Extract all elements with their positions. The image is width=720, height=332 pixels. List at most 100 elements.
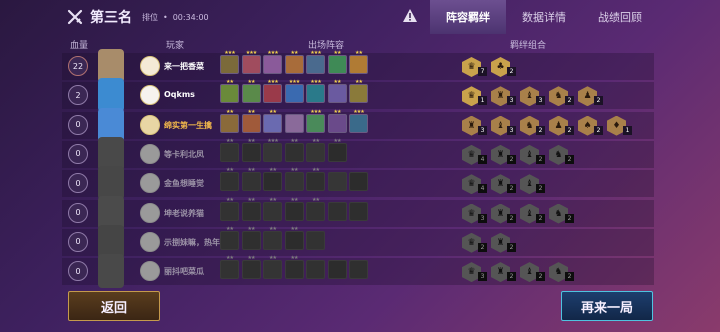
champion-icon[interactable]: ★★ xyxy=(220,109,239,133)
champion-icon[interactable] xyxy=(349,201,368,221)
trait-icon[interactable]: ♝ 2 xyxy=(520,203,547,225)
champion-icon[interactable]: ★★ xyxy=(327,138,347,162)
player-icon[interactable] xyxy=(140,56,160,76)
champion-icon[interactable]: ★★ xyxy=(263,109,282,133)
player-icon[interactable] xyxy=(140,261,160,282)
trait-icon[interactable]: ♝ 2 xyxy=(520,173,547,195)
champion-icon[interactable] xyxy=(327,172,347,192)
champion-icon[interactable]: ★★ xyxy=(220,256,239,280)
champion-icon[interactable]: ★★ xyxy=(284,226,304,250)
player-row[interactable]: 0 坤老说养猫 ★★ ★★ ★★ ★★ ★★ ♛ 3 ♜ 2 ♝ 2 ♞ 2 xyxy=(62,195,654,230)
champion-icon[interactable]: ★★ xyxy=(241,80,261,104)
champion-icon[interactable]: ★★ xyxy=(241,138,261,162)
champion-icon[interactable]: ★★ xyxy=(241,226,261,250)
champion-icon[interactable] xyxy=(349,260,368,280)
trait-icon[interactable]: ♣ 2 xyxy=(491,56,518,78)
champion-icon[interactable]: ★★★ xyxy=(306,80,325,104)
champion-icon[interactable]: ★★ xyxy=(241,109,261,133)
player-row[interactable]: 22 来一把香菜 ★★★ ★★★ ★★★ ★★ ★★★ ★★ ★★ ♛ 7 ♣ 2 xyxy=(62,49,654,83)
trait-icon[interactable]: ♟ 2 xyxy=(549,115,576,137)
player-icon[interactable] xyxy=(140,114,160,135)
trait-icon[interactable]: ♦ 1 xyxy=(607,115,634,137)
champion-icon[interactable]: ★★ xyxy=(220,168,239,192)
champion-icon[interactable] xyxy=(306,230,325,250)
trait-icon[interactable]: ♜ 3 xyxy=(462,115,489,137)
play-again-button[interactable]: 再来一局 xyxy=(561,291,653,321)
player-row[interactable]: 2 Oqkms ★★ ★★ ★★★ ★★★ ★★★ ★★ ★★ ♛ 1 ♜ 3 ♝ 3 ♞ 2 ♟ 2 xyxy=(62,78,654,113)
trait-icon[interactable]: ♛ 3 xyxy=(462,261,489,283)
champion-icon[interactable] xyxy=(306,260,325,280)
champion-icon[interactable]: ★★ xyxy=(306,197,325,221)
player-row[interactable]: 0 金鱼想睡觉 ★★ ★★ ★★ ★★ ★★ ♛ 4 ♜ 2 ♝ 2 xyxy=(62,166,654,201)
champion-icon[interactable]: ★★ xyxy=(327,80,347,104)
trait-icon[interactable]: ♞ 2 xyxy=(520,115,547,137)
trait-icon[interactable]: ♜ 2 xyxy=(491,261,518,283)
trait-icon[interactable]: ♛ 7 xyxy=(462,56,489,78)
champion-icon[interactable]: ★★★ xyxy=(241,51,261,74)
trait-icon[interactable]: ♛ 3 xyxy=(462,203,489,225)
tab-match-review[interactable]: 战绩回顾 xyxy=(582,0,658,34)
player-row[interactable]: 0 等卡利北凤 ★★ ★★ ★★★ ★★ ★★ ★★ ♛ 4 ♜ 2 ♝ 2 ♞ 2 xyxy=(62,136,654,171)
champion-icon[interactable]: ★★ xyxy=(263,197,282,221)
champion-icon[interactable]: ★★ xyxy=(263,256,282,280)
champion-icon[interactable]: ★★ xyxy=(349,51,368,74)
trait-icon[interactable]: ♝ 3 xyxy=(491,115,518,137)
tab-data-details[interactable]: 数据详情 xyxy=(506,0,582,34)
champion-icon[interactable]: ★★ xyxy=(327,109,347,133)
trait-icon[interactable]: ♞ 2 xyxy=(549,85,576,107)
player-row[interactable]: 0 绵实第一生擒 ★★ ★★ ★★ ★★★ ★★ ★★★ ♜ 3 ♝ 3 ♞ 2 ♟ 2 ♠ 2 ♦ 1 xyxy=(62,107,654,142)
champion-icon[interactable]: ★★ xyxy=(263,168,282,192)
trait-icon[interactable]: ♟ 2 xyxy=(578,85,605,107)
champion-icon[interactable]: ★★ xyxy=(284,197,304,221)
warning-icon[interactable] xyxy=(402,8,418,24)
trait-icon[interactable]: ♝ 2 xyxy=(520,144,547,166)
champion-icon[interactable]: ★★ xyxy=(284,256,304,280)
trait-icon[interactable]: ♞ 2 xyxy=(549,203,576,225)
champion-icon[interactable]: ★★ xyxy=(241,168,261,192)
player-row[interactable]: 0 丽抖吧菜瓜 ★★ ★★ ★★ ★★ ♛ 3 ♜ 2 ♝ 2 ♞ 2 xyxy=(62,254,654,289)
champion-icon[interactable]: ★★★ xyxy=(284,80,304,104)
champion-icon[interactable]: ★★★ xyxy=(306,109,325,133)
champion-icon[interactable] xyxy=(349,172,368,192)
champion-icon[interactable]: ★★ xyxy=(284,138,304,162)
player-icon[interactable] xyxy=(140,231,160,252)
champion-icon[interactable]: ★★★ xyxy=(220,51,239,74)
champion-icon[interactable] xyxy=(327,201,347,221)
champion-icon[interactable]: ★★ xyxy=(306,168,325,192)
tab-lineup-traits[interactable]: 阵容羁绊 xyxy=(430,0,506,34)
champion-icon[interactable]: ★★ xyxy=(349,80,368,104)
champion-icon[interactable]: ★★ xyxy=(306,138,325,162)
champion-icon[interactable]: ★★★ xyxy=(263,80,282,104)
champion-icon[interactable] xyxy=(284,113,304,133)
trait-icon[interactable]: ♜ 3 xyxy=(491,85,518,107)
back-button[interactable]: 返回 xyxy=(68,291,160,321)
trait-icon[interactable]: ♞ 2 xyxy=(549,261,576,283)
trait-icon[interactable]: ♛ 4 xyxy=(462,144,489,166)
champion-icon[interactable]: ★★ xyxy=(284,51,304,74)
champion-icon[interactable]: ★★ xyxy=(263,226,282,250)
trait-icon[interactable]: ♜ 2 xyxy=(491,203,518,225)
player-icon[interactable] xyxy=(140,173,160,194)
trait-icon[interactable]: ♛ 4 xyxy=(462,173,489,195)
player-icon[interactable] xyxy=(140,85,160,106)
trait-icon[interactable]: ♜ 2 xyxy=(491,232,518,254)
champion-icon[interactable]: ★★ xyxy=(220,197,239,221)
trait-icon[interactable]: ♞ 2 xyxy=(549,144,576,166)
player-icon[interactable] xyxy=(140,143,160,164)
trait-icon[interactable]: ♝ 3 xyxy=(520,85,547,107)
champion-icon[interactable]: ★★ xyxy=(241,197,261,221)
champion-icon[interactable]: ★★★ xyxy=(306,51,325,74)
player-icon[interactable] xyxy=(140,202,160,223)
champion-icon[interactable] xyxy=(327,260,347,280)
champion-icon[interactable]: ★★ xyxy=(241,256,261,280)
champion-icon[interactable]: ★★ xyxy=(220,226,239,250)
champion-icon[interactable]: ★★ xyxy=(284,168,304,192)
champion-icon[interactable]: ★★ xyxy=(327,51,347,74)
champion-icon[interactable]: ★★ xyxy=(220,138,239,162)
champion-icon[interactable]: ★★★ xyxy=(263,138,282,162)
player-row[interactable]: 0 示捌妹嘛，热年 ★★ ★★ ★★ ★★ ♛ 2 ♜ 2 xyxy=(62,224,654,259)
trait-icon[interactable]: ♜ 2 xyxy=(491,173,518,195)
trait-icon[interactable]: ♛ 1 xyxy=(462,85,489,107)
trait-icon[interactable]: ♠ 2 xyxy=(578,115,605,137)
champion-icon[interactable]: ★★★ xyxy=(263,51,282,74)
